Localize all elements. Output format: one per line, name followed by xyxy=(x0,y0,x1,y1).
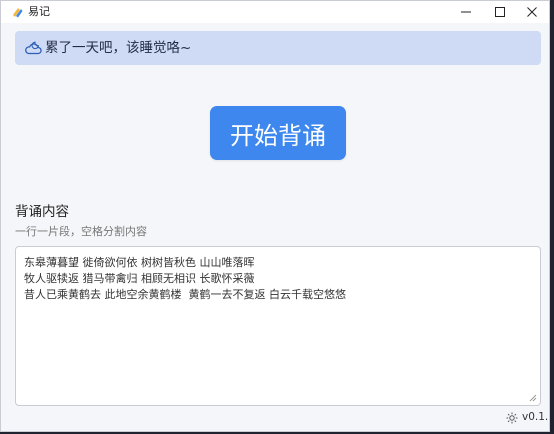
version-label: v0.1.1 xyxy=(522,411,549,423)
window-title: 易记 xyxy=(28,5,50,18)
greeting-text: 累了一天吧，该睡觉咯~ xyxy=(45,40,192,56)
minimize-button[interactable] xyxy=(449,1,483,23)
sun-icon[interactable] xyxy=(506,412,518,424)
content-line: 东皋薄暮望 徙倚欲何依 树树皆秋色 山山唯落晖 xyxy=(24,256,255,269)
start-recite-button[interactable]: 开始背诵 xyxy=(210,106,346,160)
close-button[interactable] xyxy=(515,1,549,23)
cloud-moon-icon xyxy=(25,41,42,55)
content-line: 牧人驱犊返 猎马带禽归 相顾无相识 长歌怀采薇 xyxy=(24,272,255,285)
content-hint: 一行一片段，空格分割内容 xyxy=(15,225,147,238)
content-title: 背诵内容 xyxy=(15,204,69,220)
resize-handle-icon[interactable] xyxy=(529,394,537,402)
close-icon xyxy=(527,7,537,17)
maximize-icon xyxy=(495,7,505,17)
recite-content-textarea[interactable]: 东皋薄暮望 徙倚欲何依 树树皆秋色 山山唯落晖 牧人驱犊返 猎马带禽归 相顾无相… xyxy=(15,246,541,406)
maximize-button[interactable] xyxy=(483,1,517,23)
minimize-icon xyxy=(461,11,471,13)
app-logo-icon xyxy=(13,8,23,18)
app-window: 易记 累了一天吧，该睡觉咯~ 开始背诵 背诵内容 一行一片段，空格分割内容 东皋… xyxy=(0,0,550,432)
title-bar[interactable]: 易记 xyxy=(1,1,549,23)
content-line: 昔人已乘黄鹤去 此地空余黄鹤楼 黄鹤一去不复返 白云千载空悠悠 xyxy=(24,288,346,301)
greeting-banner: 累了一天吧，该睡觉咯~ xyxy=(15,31,541,65)
